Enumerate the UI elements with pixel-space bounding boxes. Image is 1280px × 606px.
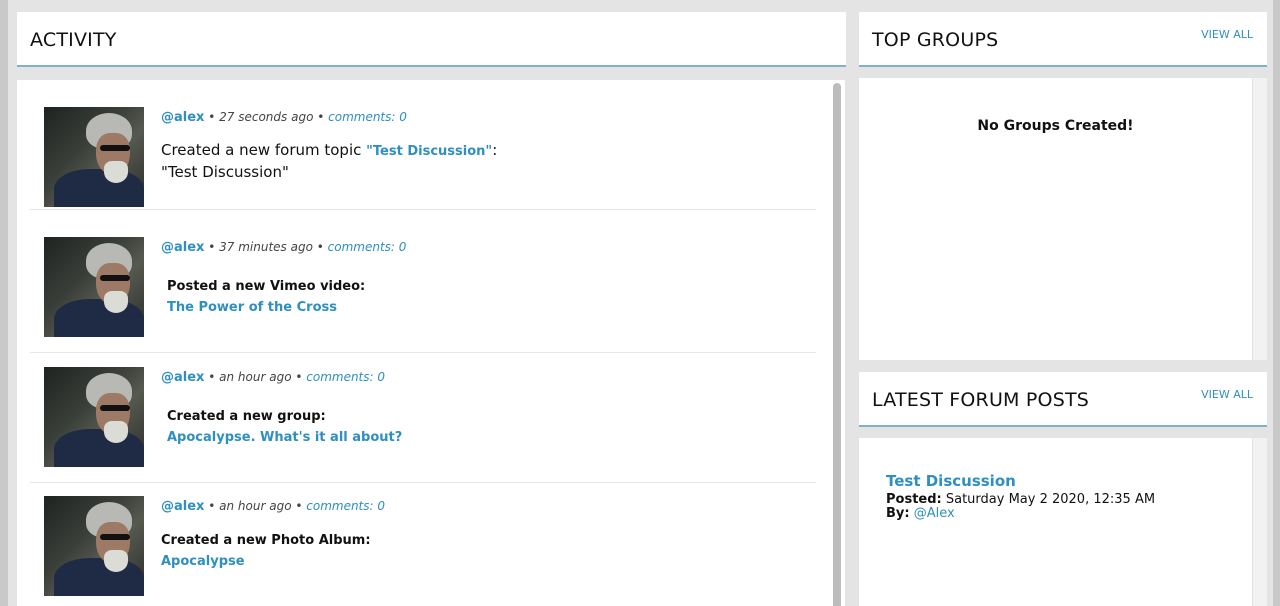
user-link[interactable]: @alex <box>161 499 204 514</box>
timestamp: • an hour ago • <box>204 370 307 384</box>
forum-scrollbar[interactable] <box>1252 438 1267 606</box>
album-link[interactable]: Apocalypse <box>161 554 245 569</box>
activity-meta: @alex • 37 minutes ago • comments: 0 <box>161 240 406 255</box>
top-groups-panel: No Groups Created! <box>859 78 1252 360</box>
posted-date: Saturday May 2 2020, 12:35 AM <box>941 492 1156 507</box>
avatar[interactable] <box>44 237 144 337</box>
activity-title: Created a new group: <box>167 409 326 424</box>
window-edge-left <box>0 0 8 606</box>
activity-text: Created a new forum topic <box>161 141 367 159</box>
activity-meta: @alex • an hour ago • comments: 0 <box>161 499 385 514</box>
topic-link[interactable]: "Test Discussion" <box>366 144 492 159</box>
user-link[interactable]: @alex <box>161 370 204 385</box>
author-link[interactable]: @Alex <box>910 506 955 521</box>
activity-item: @alex • 27 seconds ago • comments: 0 Cre… <box>30 80 816 210</box>
window-edge-right <box>1273 0 1280 606</box>
activity-item: @alex • an hour ago • comments: 0 Create… <box>30 483 816 606</box>
group-link[interactable]: Apocalypse. What's it all about? <box>167 430 402 445</box>
forum-post-link[interactable]: Test Discussion <box>886 472 1016 490</box>
activity-title: Posted a new Vimeo video: <box>167 279 366 294</box>
posted-label: Posted: <box>886 492 942 507</box>
by-label: By: <box>886 506 910 521</box>
avatar[interactable] <box>44 107 144 207</box>
timestamp: • an hour ago • <box>204 499 307 513</box>
comments-link[interactable]: comments: 0 <box>306 370 385 384</box>
groups-view-all-link[interactable]: VIEW ALL <box>1201 28 1253 41</box>
timestamp: • 37 minutes ago • <box>204 240 328 254</box>
activity-feed: @alex • 27 seconds ago • comments: 0 Cre… <box>17 80 845 606</box>
activity-meta: @alex • an hour ago • comments: 0 <box>161 370 385 385</box>
activity-title: ACTIVITY <box>30 29 117 51</box>
activity-description: Created a new forum topic "Test Discussi… <box>161 140 497 183</box>
activity-body-text: "Test Discussion" <box>161 163 289 181</box>
activity-header: ACTIVITY <box>17 12 846 67</box>
forum-posted-line: Posted: Saturday May 2 2020, 12:35 AM <box>886 492 1155 507</box>
video-link[interactable]: The Power of the Cross <box>167 300 337 315</box>
forum-posts-panel: Test Discussion Posted: Saturday May 2 2… <box>859 438 1252 606</box>
timestamp: • 27 seconds ago • <box>204 110 329 124</box>
forum-posts-header: LATEST FORUM POSTS VIEW ALL <box>859 372 1267 427</box>
activity-item: @alex • an hour ago • comments: 0 Create… <box>30 353 816 483</box>
comments-link[interactable]: comments: 0 <box>328 240 407 254</box>
user-link[interactable]: @alex <box>161 110 204 125</box>
activity-item: @alex • 37 minutes ago • comments: 0 Pos… <box>30 223 816 353</box>
top-groups-title: TOP GROUPS <box>872 29 999 51</box>
comments-link[interactable]: comments: 0 <box>328 110 407 124</box>
empty-groups-message: No Groups Created! <box>977 118 1134 134</box>
forum-by-line: By: @Alex <box>886 506 955 521</box>
activity-meta: @alex • 27 seconds ago • comments: 0 <box>161 110 407 125</box>
activity-title: Created a new Photo Album: <box>161 533 371 548</box>
avatar[interactable] <box>44 367 144 467</box>
avatar[interactable] <box>44 496 144 596</box>
activity-text-suffix: : <box>492 141 498 159</box>
activity-scrollbar[interactable] <box>833 83 841 606</box>
forum-view-all-link[interactable]: VIEW ALL <box>1201 388 1253 401</box>
user-link[interactable]: @alex <box>161 240 204 255</box>
forum-posts-title: LATEST FORUM POSTS <box>872 389 1090 411</box>
top-groups-header: TOP GROUPS VIEW ALL <box>859 12 1267 67</box>
comments-link[interactable]: comments: 0 <box>306 499 385 513</box>
groups-scrollbar[interactable] <box>1252 78 1267 360</box>
